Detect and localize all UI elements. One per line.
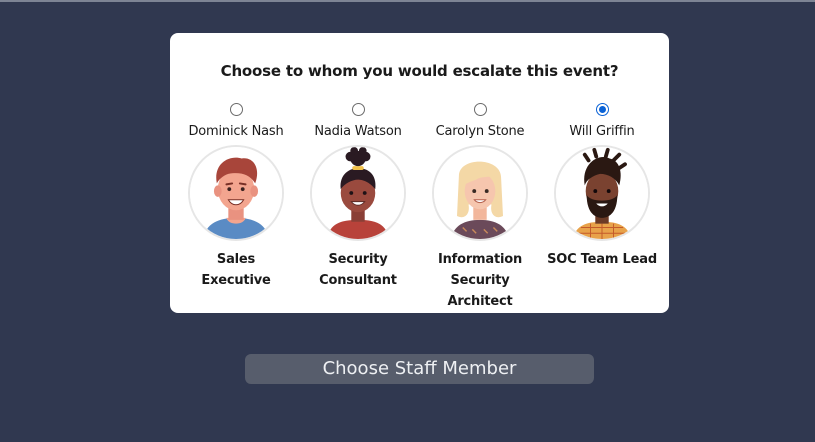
man-red-hair-avatar[interactable] [188,145,284,241]
question-heading: Choose to whom you would escalate this e… [220,62,619,80]
staff-role: Security Consultant [319,252,397,288]
woman-blonde-hair-avatar[interactable] [432,145,528,241]
staff-role: Information Security Architect [437,252,523,309]
staff-radio-3[interactable] [595,103,609,116]
staff-option-0[interactable]: Dominick Nash Sales Executive [175,103,297,291]
staff-name: Will Griffin [569,124,635,139]
staff-option-2[interactable]: Carolyn Stone Information Security Archi… [419,103,541,312]
staff-radio-1[interactable] [351,103,365,116]
staff-name: Nadia Watson [314,124,402,139]
staff-name: Carolyn Stone [435,124,525,139]
staff-radio-2[interactable] [473,103,487,116]
staff-role: SOC Team Lead [547,252,657,267]
woman-bun-hair-avatar[interactable] [310,145,406,241]
top-border [0,0,815,2]
man-beard-dreadlocks-avatar[interactable] [554,145,650,241]
staff-option-1[interactable]: Nadia Watson Security Consultant [297,103,419,291]
staff-role: Sales Executive [201,252,271,288]
choose-staff-member-button[interactable]: Choose Staff Member [245,354,594,384]
staff-option-3[interactable]: Will Griffin SOC Team Lead [541,103,663,270]
staff-name: Dominick Nash [188,124,284,139]
escalation-card: Choose to whom you would escalate this e… [170,33,669,313]
staff-radio-0[interactable] [229,103,243,116]
